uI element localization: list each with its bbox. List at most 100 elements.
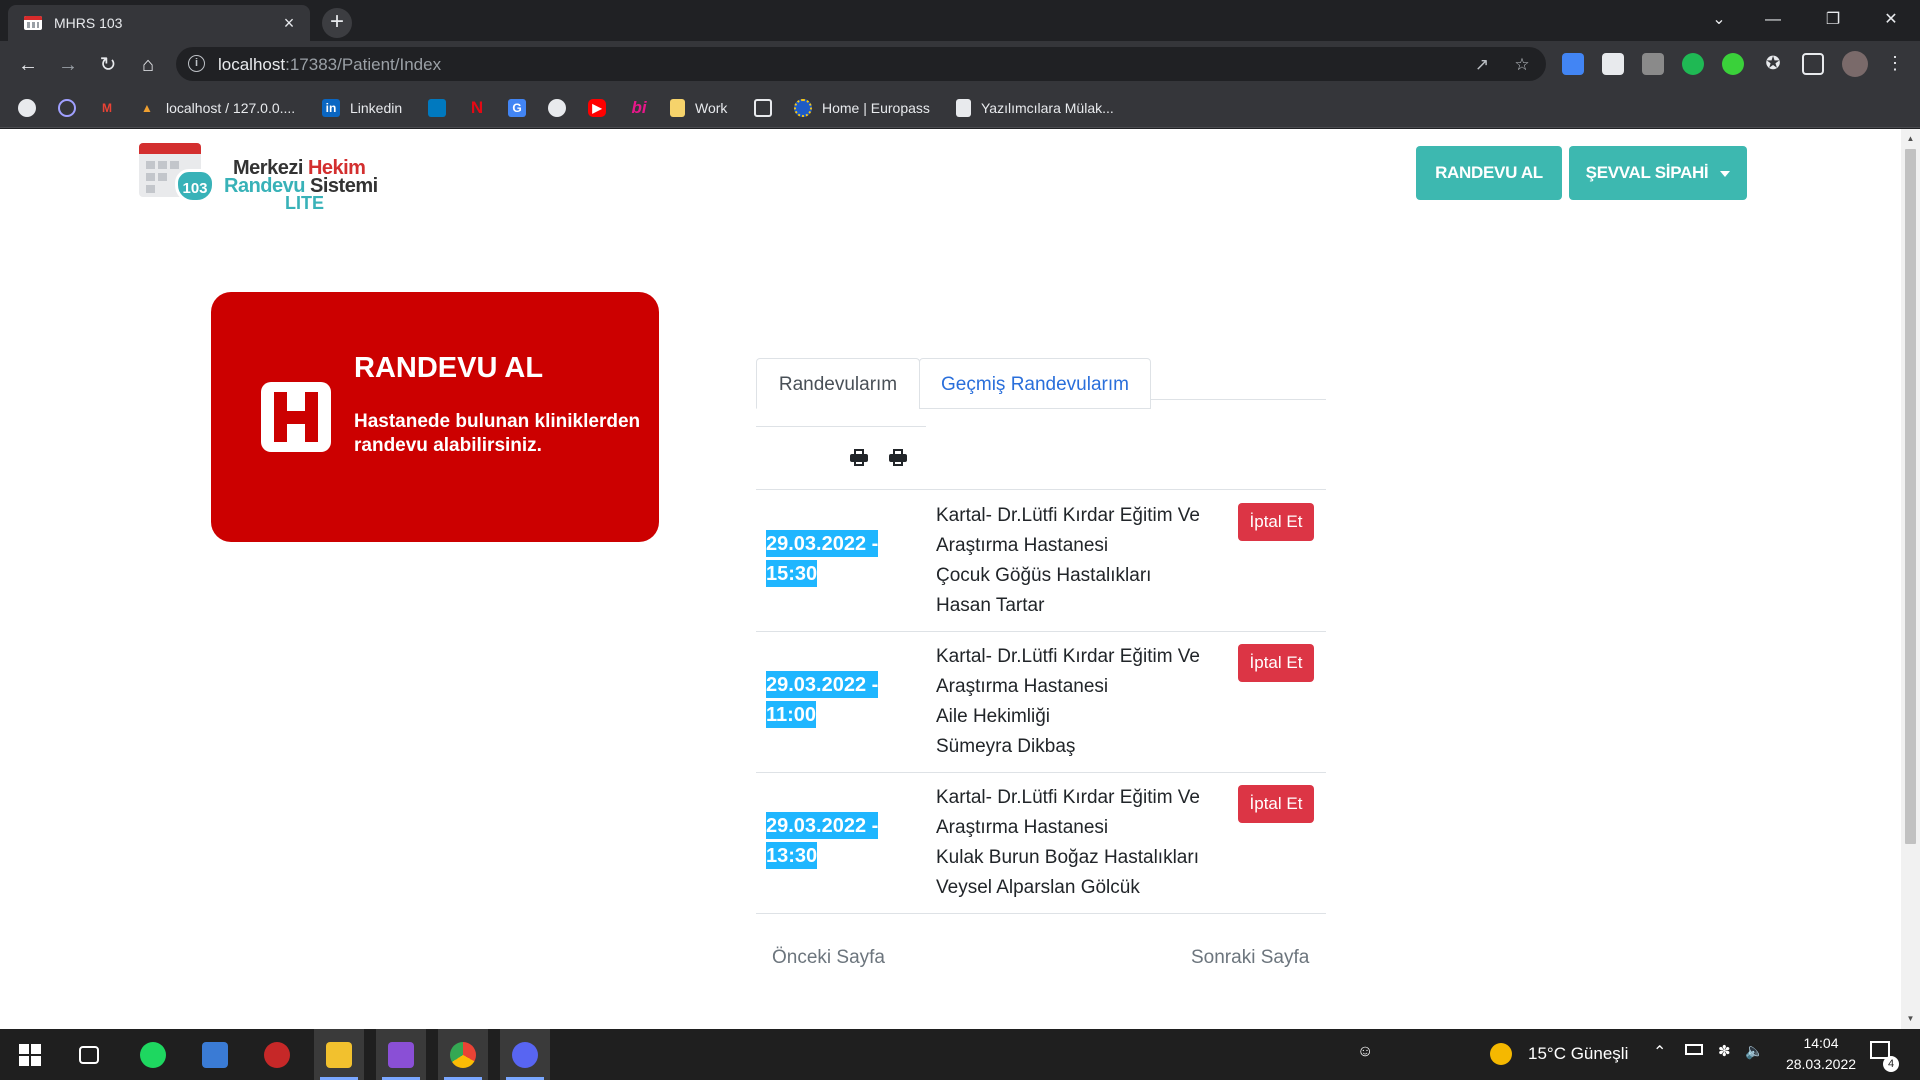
wifi-icon[interactable]: ✽ — [1718, 1042, 1731, 1060]
site-info-icon[interactable]: i — [188, 55, 205, 72]
browser-tab-strip: MHRS 103 × + ⌄ — ❐ ✕ — [0, 0, 1920, 41]
clock-time[interactable]: 14:04 — [1795, 1035, 1847, 1051]
appointment-promo-card[interactable]: RANDEVU AL Hastanede bulunan kliniklerde… — [211, 292, 659, 542]
bookmark-item[interactable] — [58, 97, 86, 119]
logo-text-line3: LITE — [285, 193, 324, 213]
battery-icon[interactable] — [1685, 1044, 1703, 1055]
taskbar-app-discord[interactable] — [500, 1029, 550, 1080]
phpmyadmin-icon: ▲ — [141, 101, 153, 115]
puzzle-extensions-icon[interactable]: ✪ — [1762, 53, 1784, 75]
bookmark-star-icon[interactable]: ☆ — [1512, 55, 1532, 75]
appointment-date: 29.03.2022 - 11:00 — [766, 670, 891, 730]
netflix-icon: N — [470, 98, 484, 117]
bookmark-item[interactable]: Yazılımcılara Mülak... — [956, 97, 1114, 119]
tab-my-appointments[interactable]: Randevularım — [756, 358, 920, 409]
doctor-name: Veysel Alparslan Gölcük — [936, 877, 1140, 898]
print-icon[interactable] — [850, 449, 868, 467]
gmail-icon: M — [102, 101, 112, 115]
page-scrollbar[interactable]: ▲ ▼ — [1901, 129, 1920, 1029]
taskbar-app-visual-studio[interactable] — [376, 1029, 426, 1080]
visual-studio-icon — [388, 1041, 414, 1068]
table-row: 29.03.2022 - 11:00 Kartal- Dr.Lütfi Kırd… — [756, 632, 1326, 773]
weather-text[interactable]: 15°C Güneşli — [1528, 1044, 1628, 1064]
trello-icon — [428, 99, 446, 117]
forward-arrow-icon[interactable]: → — [52, 49, 84, 81]
taskbar-app-chrome[interactable] — [438, 1029, 488, 1080]
task-view-button[interactable] — [64, 1029, 114, 1080]
chrome-icon — [450, 1041, 476, 1068]
next-page-link[interactable]: Sonraki Sayfa — [1191, 947, 1309, 969]
minimize-button[interactable]: — — [1750, 0, 1796, 40]
site-favicon-icon — [24, 16, 42, 30]
appointment-details: Kartal- Dr.Lütfi Kırdar Eğitim Ve Araştı… — [936, 501, 1226, 621]
people-icon[interactable]: ☺ — [1357, 1043, 1373, 1061]
bookmark-item[interactable] — [548, 97, 576, 119]
bookmark-item[interactable]: bi — [628, 97, 660, 119]
side-panel-icon[interactable] — [1802, 53, 1824, 75]
bookmark-item[interactable] — [754, 97, 782, 119]
cancel-appointment-button[interactable]: İptal Et — [1238, 644, 1314, 682]
taskbar-app-spotify[interactable] — [128, 1029, 178, 1080]
user-menu-dropdown[interactable]: ŞEVVAL SİPAHİ — [1569, 146, 1747, 200]
cancel-appointment-button[interactable]: İptal Et — [1238, 785, 1314, 823]
tab-close-icon[interactable]: × — [278, 13, 300, 34]
tab-past-appointments[interactable]: Geçmiş Randevularım — [919, 358, 1151, 409]
start-button[interactable] — [5, 1029, 55, 1080]
previous-page-link[interactable]: Önceki Sayfa — [772, 947, 885, 969]
promo-title: RANDEVU AL — [354, 352, 544, 384]
chevron-up-icon[interactable]: ⌃ — [1653, 1042, 1666, 1062]
bookmark-item[interactable]: in Linkedin — [322, 97, 402, 119]
bookmark-item[interactable]: M — [98, 97, 126, 119]
bookmark-item[interactable] — [428, 97, 456, 119]
taskbar-app[interactable] — [252, 1029, 302, 1080]
print-icon[interactable] — [889, 449, 907, 467]
new-tab-button[interactable]: + — [322, 8, 352, 38]
taskbar-app[interactable] — [314, 1029, 364, 1080]
mhrs-logo[interactable]: 103 Merkezi Hekim Randevu Sistemi LITE — [137, 141, 397, 213]
discord-icon — [512, 1041, 538, 1068]
appointment-nav-button[interactable]: RANDEVU AL — [1416, 146, 1562, 200]
scroll-down-icon[interactable]: ▼ — [1905, 1014, 1916, 1023]
bookmark-item[interactable]: Home | Europass — [794, 97, 930, 119]
doctor-name: Sümeyra Dikbaş — [936, 736, 1076, 757]
profile-avatar[interactable] — [1842, 51, 1868, 77]
bi-icon: bi — [631, 98, 647, 117]
cancel-appointment-button[interactable]: İptal Et — [1238, 503, 1314, 541]
caret-down-icon — [1720, 170, 1731, 177]
clinic-name: Aile Hekimliği — [936, 706, 1051, 727]
github-icon — [548, 99, 566, 117]
extension-icon[interactable] — [1642, 53, 1664, 75]
bookmark-item[interactable]: G — [508, 97, 536, 119]
translate-icon: G — [508, 99, 526, 117]
url-text: localhost:17383/Patient/Index — [218, 55, 442, 74]
notification-badge: 4 — [1883, 1056, 1899, 1072]
bookmark-item[interactable]: ▶ — [588, 97, 616, 119]
hospital-icon — [261, 382, 331, 452]
scroll-up-icon[interactable]: ▲ — [1905, 134, 1916, 143]
volume-icon[interactable]: 🔈 — [1745, 1042, 1764, 1060]
extension-icon[interactable] — [1602, 53, 1624, 75]
extension-icon[interactable] — [1722, 53, 1744, 75]
bookmark-item[interactable] — [18, 97, 46, 119]
appointment-details: Kartal- Dr.Lütfi Kırdar Eğitim Ve Araştı… — [936, 642, 1226, 762]
reload-icon[interactable]: ↻ — [92, 49, 124, 81]
home-icon[interactable]: ⌂ — [132, 49, 164, 81]
tab-search-icon[interactable]: ⌄ — [1696, 0, 1742, 40]
taskbar-app[interactable] — [190, 1029, 240, 1080]
clock-date[interactable]: 28.03.2022 — [1776, 1056, 1866, 1072]
youtube-icon: ▶ — [588, 99, 606, 117]
close-window-button[interactable]: ✕ — [1868, 0, 1914, 40]
bookmark-folder-work[interactable]: Work — [670, 97, 727, 119]
browser-tab[interactable]: MHRS 103 × — [8, 5, 310, 41]
translate-extension-icon[interactable] — [1562, 53, 1584, 75]
bookmark-item[interactable]: N — [468, 97, 496, 119]
extension-icon[interactable] — [1682, 53, 1704, 75]
share-icon[interactable]: ↗ — [1472, 55, 1492, 75]
bookmark-item[interactable]: ▲ localhost / 127.0.0.... — [138, 97, 295, 119]
back-arrow-icon[interactable]: ← — [12, 49, 44, 81]
address-bar[interactable]: i localhost:17383/Patient/Index ↗ ☆ — [176, 47, 1546, 81]
restore-button[interactable]: ❐ — [1810, 0, 1856, 40]
menu-dots-icon[interactable]: ⋮ — [1884, 53, 1906, 75]
scrollbar-thumb[interactable] — [1905, 149, 1916, 844]
table-header — [756, 426, 1326, 490]
